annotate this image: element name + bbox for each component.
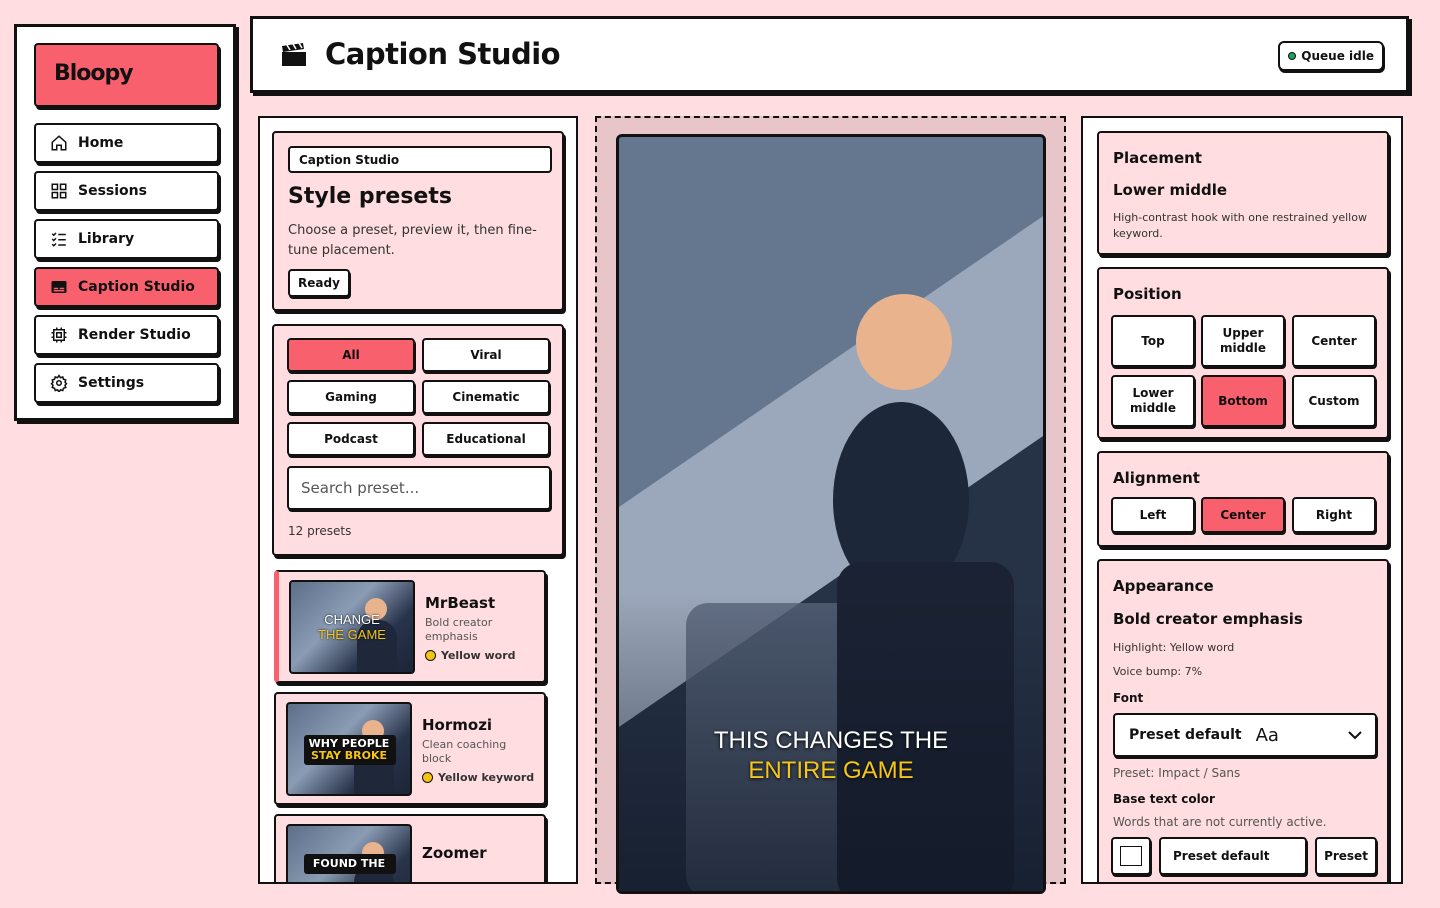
- sidebar-item-label: Library: [78, 231, 135, 247]
- preset-thumbnail: FOUND THE: [286, 824, 412, 882]
- font-sample: Aa: [1255, 724, 1279, 746]
- queue-status-text: Queue idle: [1301, 49, 1374, 63]
- style-presets-card: Caption Studio Style presets Choose a pr…: [272, 131, 564, 311]
- placement-section: Placement Lower middle High-contrast hoo…: [1097, 131, 1389, 255]
- placement-heading: Placement: [1113, 149, 1202, 167]
- font-label: Font: [1113, 691, 1144, 705]
- filter-chip-cinematic[interactable]: Cinematic: [422, 380, 550, 414]
- sidebar-item-sessions[interactable]: Sessions: [34, 171, 219, 211]
- base-color-description: Words that are not currently active.: [1113, 815, 1327, 829]
- home-icon: [51, 135, 67, 151]
- brand-logo[interactable]: Bloopy: [34, 43, 219, 107]
- thumb-caption-line2: THE GAME: [318, 627, 386, 642]
- preset-name: Hormozi: [422, 716, 493, 734]
- alignment-option-left[interactable]: Left: [1111, 497, 1195, 533]
- page-header: Caption Studio Queue idle: [250, 16, 1409, 93]
- preset-tag: Yellow word: [425, 649, 516, 662]
- preset-card-zoomer[interactable]: FOUND THE Zoomer: [274, 814, 546, 882]
- position-option-custom[interactable]: Custom: [1292, 375, 1376, 427]
- base-color-label: Base text color: [1113, 792, 1215, 806]
- alignment-heading: Alignment: [1113, 469, 1200, 487]
- sidebar-item-home[interactable]: Home: [34, 123, 219, 163]
- position-option-top[interactable]: Top: [1111, 315, 1195, 367]
- preset-tag: Yellow keyword: [422, 771, 534, 784]
- highlight-info: Highlight: Yellow word: [1113, 641, 1235, 654]
- alignment-option-right[interactable]: Right: [1292, 497, 1376, 533]
- alignment-option-center[interactable]: Center: [1201, 497, 1285, 533]
- sidebar-item-caption-studio[interactable]: Caption Studio: [34, 267, 219, 307]
- preset-description: Clean coaching block: [422, 738, 507, 765]
- caption-icon: [51, 281, 67, 293]
- breadcrumb[interactable]: Caption Studio: [288, 146, 552, 173]
- preset-count: 12 presets: [288, 524, 352, 538]
- position-option-lower-middle[interactable]: Lower middle: [1111, 375, 1195, 427]
- preset-description: Bold creator emphasis: [425, 616, 493, 643]
- sidebar-item-label: Settings: [78, 375, 145, 391]
- position-option-center[interactable]: Center: [1292, 315, 1376, 367]
- preset-name: Zoomer: [422, 844, 487, 862]
- preset-thumbnail: WHY PEOPLE STAY BROKE: [286, 702, 412, 796]
- section-description: Choose a preset, preview it, then fine-t…: [288, 223, 537, 258]
- sidebar-item-label: Home: [78, 135, 124, 151]
- placement-value: Lower middle: [1113, 181, 1228, 199]
- clapperboard-icon: [282, 43, 306, 66]
- font-preset-info: Preset: Impact / Sans: [1113, 766, 1241, 780]
- ready-status-badge: Ready: [288, 269, 350, 297]
- position-option-bottom[interactable]: Bottom: [1201, 375, 1285, 427]
- font-select-value: Preset default: [1129, 727, 1242, 743]
- appearance-heading: Appearance: [1113, 577, 1214, 595]
- filter-chip-all[interactable]: All: [287, 338, 415, 372]
- search-preset-input[interactable]: [287, 466, 551, 510]
- caption-line-2-highlight: ENTIRE GAME: [748, 757, 914, 784]
- filter-chip-podcast[interactable]: Podcast: [287, 422, 415, 456]
- preset-color-button[interactable]: Preset: [1315, 837, 1377, 875]
- position-option-upper-middle[interactable]: Upper middle: [1201, 315, 1285, 367]
- gear-icon: [50, 374, 68, 392]
- position-section: Position Top Upper middle Center Lower m…: [1097, 267, 1389, 439]
- preset-panel: Caption Studio Style presets Choose a pr…: [258, 116, 578, 884]
- font-select[interactable]: Preset default Aa: [1113, 713, 1377, 757]
- color-swatch[interactable]: [1111, 837, 1151, 875]
- sidebar-item-label: Sessions: [78, 183, 147, 199]
- thumb-caption-line1: CHANGE: [324, 612, 380, 627]
- appearance-value: Bold creator emphasis: [1113, 610, 1303, 628]
- position-heading: Position: [1113, 285, 1182, 303]
- filter-card: All Viral Gaming Cinematic Podcast Educa…: [272, 324, 564, 556]
- grid-icon: [51, 183, 67, 199]
- caption-line-1: THIS CHANGES THE: [713, 727, 949, 754]
- filter-chip-viral[interactable]: Viral: [422, 338, 550, 372]
- list-icon: [51, 232, 66, 247]
- sidebar-item-library[interactable]: Library: [34, 219, 219, 259]
- appearance-section: Appearance Bold creator emphasis Highlig…: [1097, 559, 1389, 882]
- preset-name: MrBeast: [425, 594, 496, 612]
- preset-thumbnail: CHANGE THE GAME: [289, 580, 415, 674]
- placement-description: High-contrast hook with one restrained y…: [1113, 211, 1367, 240]
- sidebar-item-label: Render Studio: [78, 327, 191, 343]
- preset-card-hormozi[interactable]: WHY PEOPLE STAY BROKE Hormozi Clean coac…: [274, 692, 546, 805]
- status-dot-icon: [1288, 52, 1297, 60]
- sidebar-item-settings[interactable]: Settings: [34, 363, 219, 403]
- queue-status-badge[interactable]: Queue idle: [1278, 41, 1384, 71]
- chevron-down-icon: [1348, 731, 1362, 740]
- voice-bump-info: Voice bump: 7%: [1113, 665, 1203, 678]
- thumb-caption-line1: FOUND THE: [312, 857, 386, 870]
- chip-icon: [51, 327, 67, 343]
- yellow-dot-icon: [422, 772, 433, 783]
- sidebar-item-render-studio[interactable]: Render Studio: [34, 315, 219, 355]
- filter-chip-gaming[interactable]: Gaming: [287, 380, 415, 414]
- section-title: Style presets: [288, 184, 452, 209]
- base-color-value[interactable]: Preset default: [1159, 837, 1307, 875]
- video-preview[interactable]: THIS CHANGES THE ENTIRE GAME: [616, 134, 1046, 894]
- preview-area: THIS CHANGES THE ENTIRE GAME: [595, 116, 1066, 894]
- filter-chip-educational[interactable]: Educational: [422, 422, 550, 456]
- sidebar: Bloopy Home Sessions Library Caption Stu…: [14, 24, 236, 421]
- sidebar-item-label: Caption Studio: [78, 279, 195, 295]
- alignment-section: Alignment Left Center Right: [1097, 451, 1389, 547]
- preset-card-mrbeast[interactable]: CHANGE THE GAME MrBeast Bold creator emp…: [274, 570, 546, 683]
- yellow-dot-icon: [425, 650, 436, 661]
- thumb-caption-line2: STAY BROKE: [310, 749, 388, 762]
- settings-panel: Placement Lower middle High-contrast hoo…: [1081, 116, 1403, 884]
- page-title: Caption Studio: [325, 37, 561, 71]
